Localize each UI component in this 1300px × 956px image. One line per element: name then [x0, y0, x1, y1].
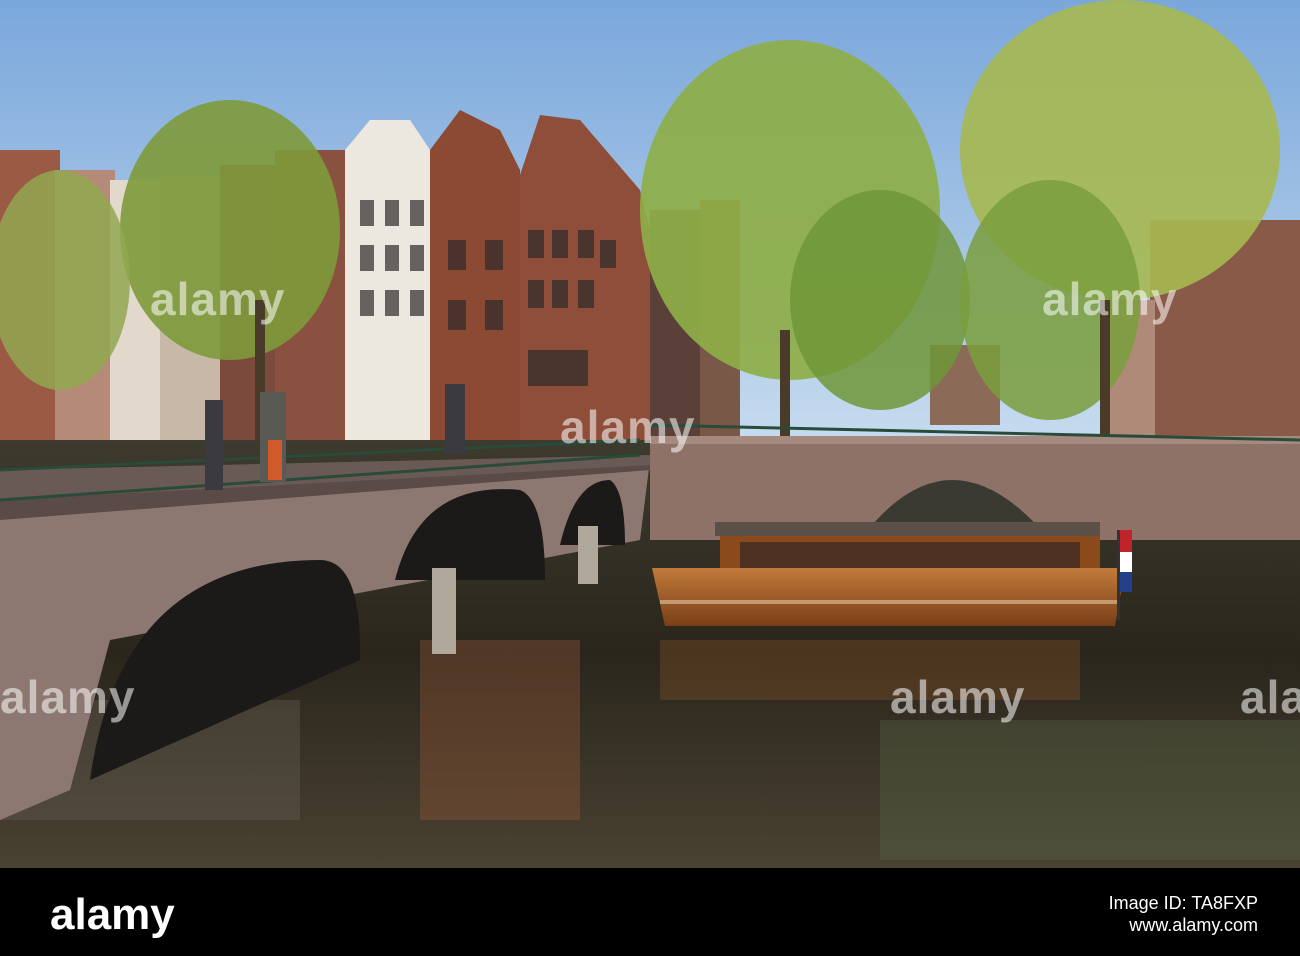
watermark-text: alamy [890, 671, 1026, 723]
image-id-block: Image ID: TA8FXP www.alamy.com [1109, 892, 1258, 936]
image-url: www.alamy.com [1129, 915, 1258, 935]
watermark-text: alamy [0, 671, 136, 723]
watermark-text: alamy [150, 273, 286, 325]
tour-boat [652, 522, 1132, 626]
footer-bar: alamy Image ID: TA8FXP www.alamy.com [0, 868, 1300, 956]
mooring-post [578, 526, 598, 584]
watermark-text: alamy [560, 401, 696, 453]
watermark-text: alamy [1240, 671, 1300, 723]
photo: alamy alamy alamy alamy alamy alamy [0, 0, 1300, 868]
image-id-label: Image ID: TA8FXP [1108, 893, 1258, 913]
mooring-post [432, 568, 456, 654]
watermark-text: alamy [1042, 273, 1178, 325]
alamy-logo: alamy [50, 890, 175, 939]
